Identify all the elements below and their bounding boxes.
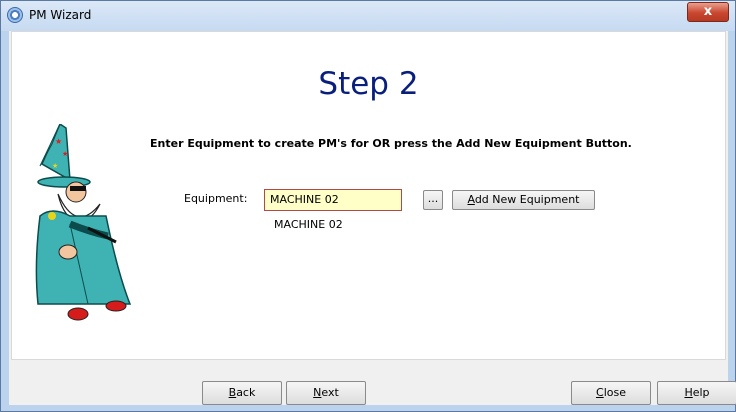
wizard-app-icon <box>7 7 23 23</box>
equipment-label: Equipment: <box>184 192 248 205</box>
svg-text:★: ★ <box>52 162 58 170</box>
step-title: Step 2 <box>318 66 419 102</box>
equipment-description: MACHINE 02 <box>274 218 343 231</box>
svg-text:★: ★ <box>55 137 62 146</box>
add-new-equipment-button[interactable]: Add New Equipment <box>452 190 595 210</box>
pm-wizard-window: PM Wizard x ★ ★ ★ Step 2 Enter Equipment… <box>0 0 736 412</box>
window-title: PM Wizard <box>29 8 92 22</box>
instruction-text: Enter Equipment to create PM's for OR pr… <box>150 137 632 150</box>
wizard-mascot-icon: ★ ★ ★ <box>35 124 132 321</box>
close-icon: x <box>703 4 713 19</box>
title-bar[interactable]: PM Wizard x <box>1 1 735 31</box>
svg-text:★: ★ <box>62 150 68 158</box>
equipment-input[interactable]: MACHINE 02 <box>264 189 402 211</box>
step-panel: ★ ★ ★ Step 2 Enter Equipment to create P… <box>11 31 726 360</box>
client-area: ★ ★ ★ Step 2 Enter Equipment to create P… <box>9 31 736 405</box>
back-button[interactable]: Back <box>202 381 282 405</box>
close-button[interactable]: Close <box>571 381 651 405</box>
close-window-button[interactable]: x <box>687 2 729 22</box>
browse-equipment-button[interactable]: ... <box>423 190 443 210</box>
help-button[interactable]: Help <box>657 381 736 405</box>
next-button[interactable]: Next <box>286 381 366 405</box>
